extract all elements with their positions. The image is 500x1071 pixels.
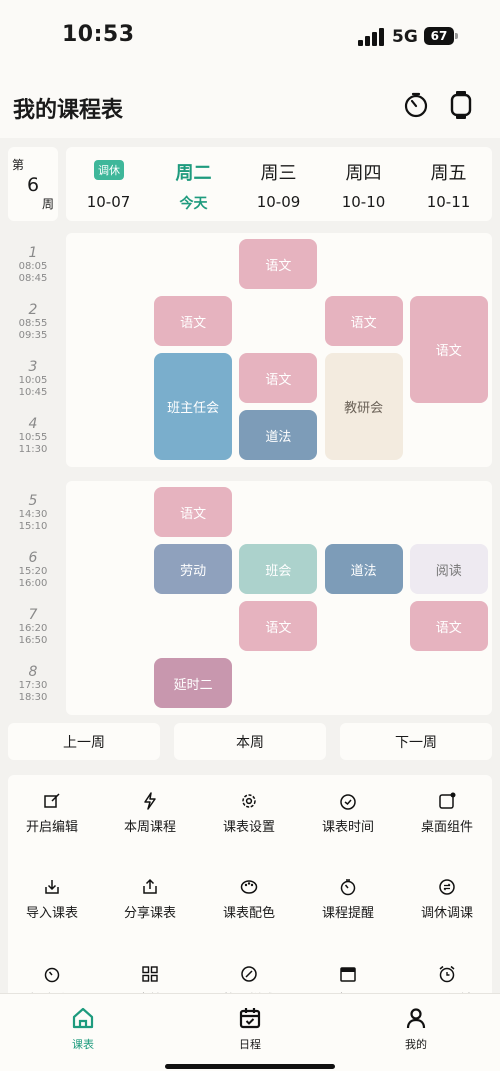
- lesson-block[interactable]: 语文: [154, 487, 233, 537]
- period-4: 4 10:55 11:30: [18, 416, 48, 455]
- period-6: 6 15:20 16:00: [18, 550, 48, 589]
- lesson-block[interactable]: 道法: [324, 544, 403, 594]
- clock-check-icon: [300, 792, 396, 812]
- calendar-icon: [300, 965, 396, 985]
- tab-mine[interactable]: 我的: [376, 1006, 456, 1052]
- share-icon: [102, 878, 198, 898]
- widget-icon: [399, 792, 492, 812]
- day-name: 周三: [260, 163, 297, 184]
- lesson-block[interactable]: 语文: [409, 296, 488, 403]
- lesson-block[interactable]: 语文: [154, 296, 233, 346]
- day-column-header[interactable]: 周四 10-10: [321, 147, 406, 221]
- lesson-block[interactable]: 延时二: [154, 658, 233, 708]
- reminder-icon: [300, 878, 396, 898]
- function-menu: 开启编辑 本周课程 课表设置 课表时间 桌面组件 导入课表 分享课表 课表配色 …: [8, 775, 492, 1005]
- edit-icon: [8, 792, 100, 812]
- lesson-block[interactable]: 语文: [324, 296, 403, 346]
- week-indicator: 第 6 周: [8, 147, 58, 221]
- period-7: 7 16:20 16:50: [18, 607, 48, 646]
- status-bar: 10:53 5G 67: [0, 0, 500, 70]
- week-suffix: 周: [41, 197, 54, 211]
- menu-item-share[interactable]: 分享课表: [102, 878, 198, 921]
- day-column-header[interactable]: 调休 10-07: [66, 147, 151, 221]
- home-indicator: [165, 1064, 335, 1069]
- grid-icon: [102, 965, 198, 985]
- lesson-block[interactable]: 语文: [239, 239, 318, 289]
- style-icon: [201, 965, 297, 985]
- holiday-swap-badge: 调休: [94, 160, 124, 180]
- battery-icon: 67: [424, 27, 458, 45]
- import-icon: [8, 878, 100, 898]
- day-name: 周二: [175, 163, 212, 184]
- menu-item-week-courses[interactable]: 本周课程: [102, 792, 198, 835]
- tab-agenda[interactable]: 日程: [210, 1006, 290, 1052]
- menu-item-color-scheme[interactable]: 课表配色: [201, 878, 297, 921]
- day-name: 周四: [345, 163, 382, 184]
- current-week-button[interactable]: 本周: [174, 723, 326, 760]
- days-header: 调休 10-07 周二 今天 周三 10-09 周四 10-10 周五 10-1…: [66, 147, 492, 221]
- day-date: 10-10: [341, 193, 386, 211]
- menu-item-settings[interactable]: 课表设置: [201, 792, 297, 835]
- day-date: 10-09: [256, 193, 301, 211]
- lightning-icon: [102, 792, 198, 812]
- lesson-block[interactable]: 劳动: [154, 544, 233, 594]
- lesson-block[interactable]: 班会: [239, 544, 318, 594]
- afternoon-schedule-grid: 语文 劳动 班会 道法 阅读 语文 语文 延时二: [66, 481, 492, 715]
- menu-item-reminder[interactable]: 课程提醒: [300, 878, 396, 921]
- day-name: 周五: [430, 163, 467, 184]
- prev-week-button[interactable]: 上一周: [8, 723, 160, 760]
- week-number: 6: [26, 174, 40, 196]
- day-column-header[interactable]: 周三 10-09: [236, 147, 321, 221]
- period-5: 5 14:30 15:10: [18, 493, 48, 532]
- tab-schedule[interactable]: 课表: [43, 1006, 123, 1052]
- timer-icon[interactable]: [401, 90, 431, 120]
- signal-icon: [358, 28, 386, 46]
- menu-item-widget[interactable]: 桌面组件: [399, 792, 492, 835]
- tab-label: 日程: [239, 1038, 261, 1051]
- day-date: 10-07: [86, 193, 131, 211]
- day-column-header[interactable]: 周五 10-11: [406, 147, 491, 221]
- period-3: 3 10:05 10:45: [18, 359, 48, 398]
- status-time: 10:53: [62, 22, 135, 47]
- week-prefix: 第: [12, 158, 25, 172]
- calendar-check-icon: [238, 1008, 262, 1034]
- bottom-tab-bar: 课表 日程 我的: [0, 993, 500, 1071]
- watch-icon[interactable]: [446, 90, 476, 120]
- lesson-block[interactable]: 班主任会: [154, 353, 233, 460]
- menu-item-swap[interactable]: 调休调课: [399, 878, 492, 921]
- lesson-block[interactable]: 语文: [239, 353, 318, 403]
- timer-icon: [8, 965, 100, 985]
- home-icon: [71, 1007, 95, 1034]
- menu-item-schedule-time[interactable]: 课表时间: [300, 792, 396, 835]
- menu-item-import[interactable]: 导入课表: [8, 878, 100, 921]
- menu-item-edit[interactable]: 开启编辑: [8, 792, 100, 835]
- gear-icon: [201, 792, 297, 812]
- period-2: 2 08:55 09:35: [18, 302, 48, 341]
- lesson-block[interactable]: 道法: [239, 410, 318, 460]
- period-8: 8 17:30 18:30: [18, 664, 48, 703]
- page-title: 我的课程表: [13, 98, 124, 123]
- day-date: 今天: [179, 196, 208, 212]
- app-header: 我的课程表: [0, 70, 500, 138]
- palette-icon: [201, 878, 297, 898]
- day-date: 10-11: [426, 193, 471, 211]
- tab-label: 课表: [72, 1038, 94, 1051]
- next-week-button[interactable]: 下一周: [340, 723, 492, 760]
- tab-label: 我的: [405, 1038, 427, 1051]
- lesson-block[interactable]: 语文: [239, 601, 318, 651]
- day-column-header-today[interactable]: 周二 今天: [151, 147, 236, 221]
- morning-schedule-grid: 语文 语文 语文 语文 班主任会 语文 教研会 道法: [66, 233, 492, 467]
- swap-icon: [399, 878, 492, 898]
- user-icon: [404, 1008, 428, 1034]
- battery-level: 67: [430, 29, 448, 43]
- lesson-block[interactable]: 阅读: [409, 544, 488, 594]
- alarm-icon: [399, 965, 492, 985]
- network-label: 5G: [392, 27, 418, 47]
- lesson-block[interactable]: 教研会: [324, 353, 403, 460]
- lesson-block[interactable]: 语文: [409, 601, 488, 651]
- period-1: 1 08:05 08:45: [18, 245, 48, 284]
